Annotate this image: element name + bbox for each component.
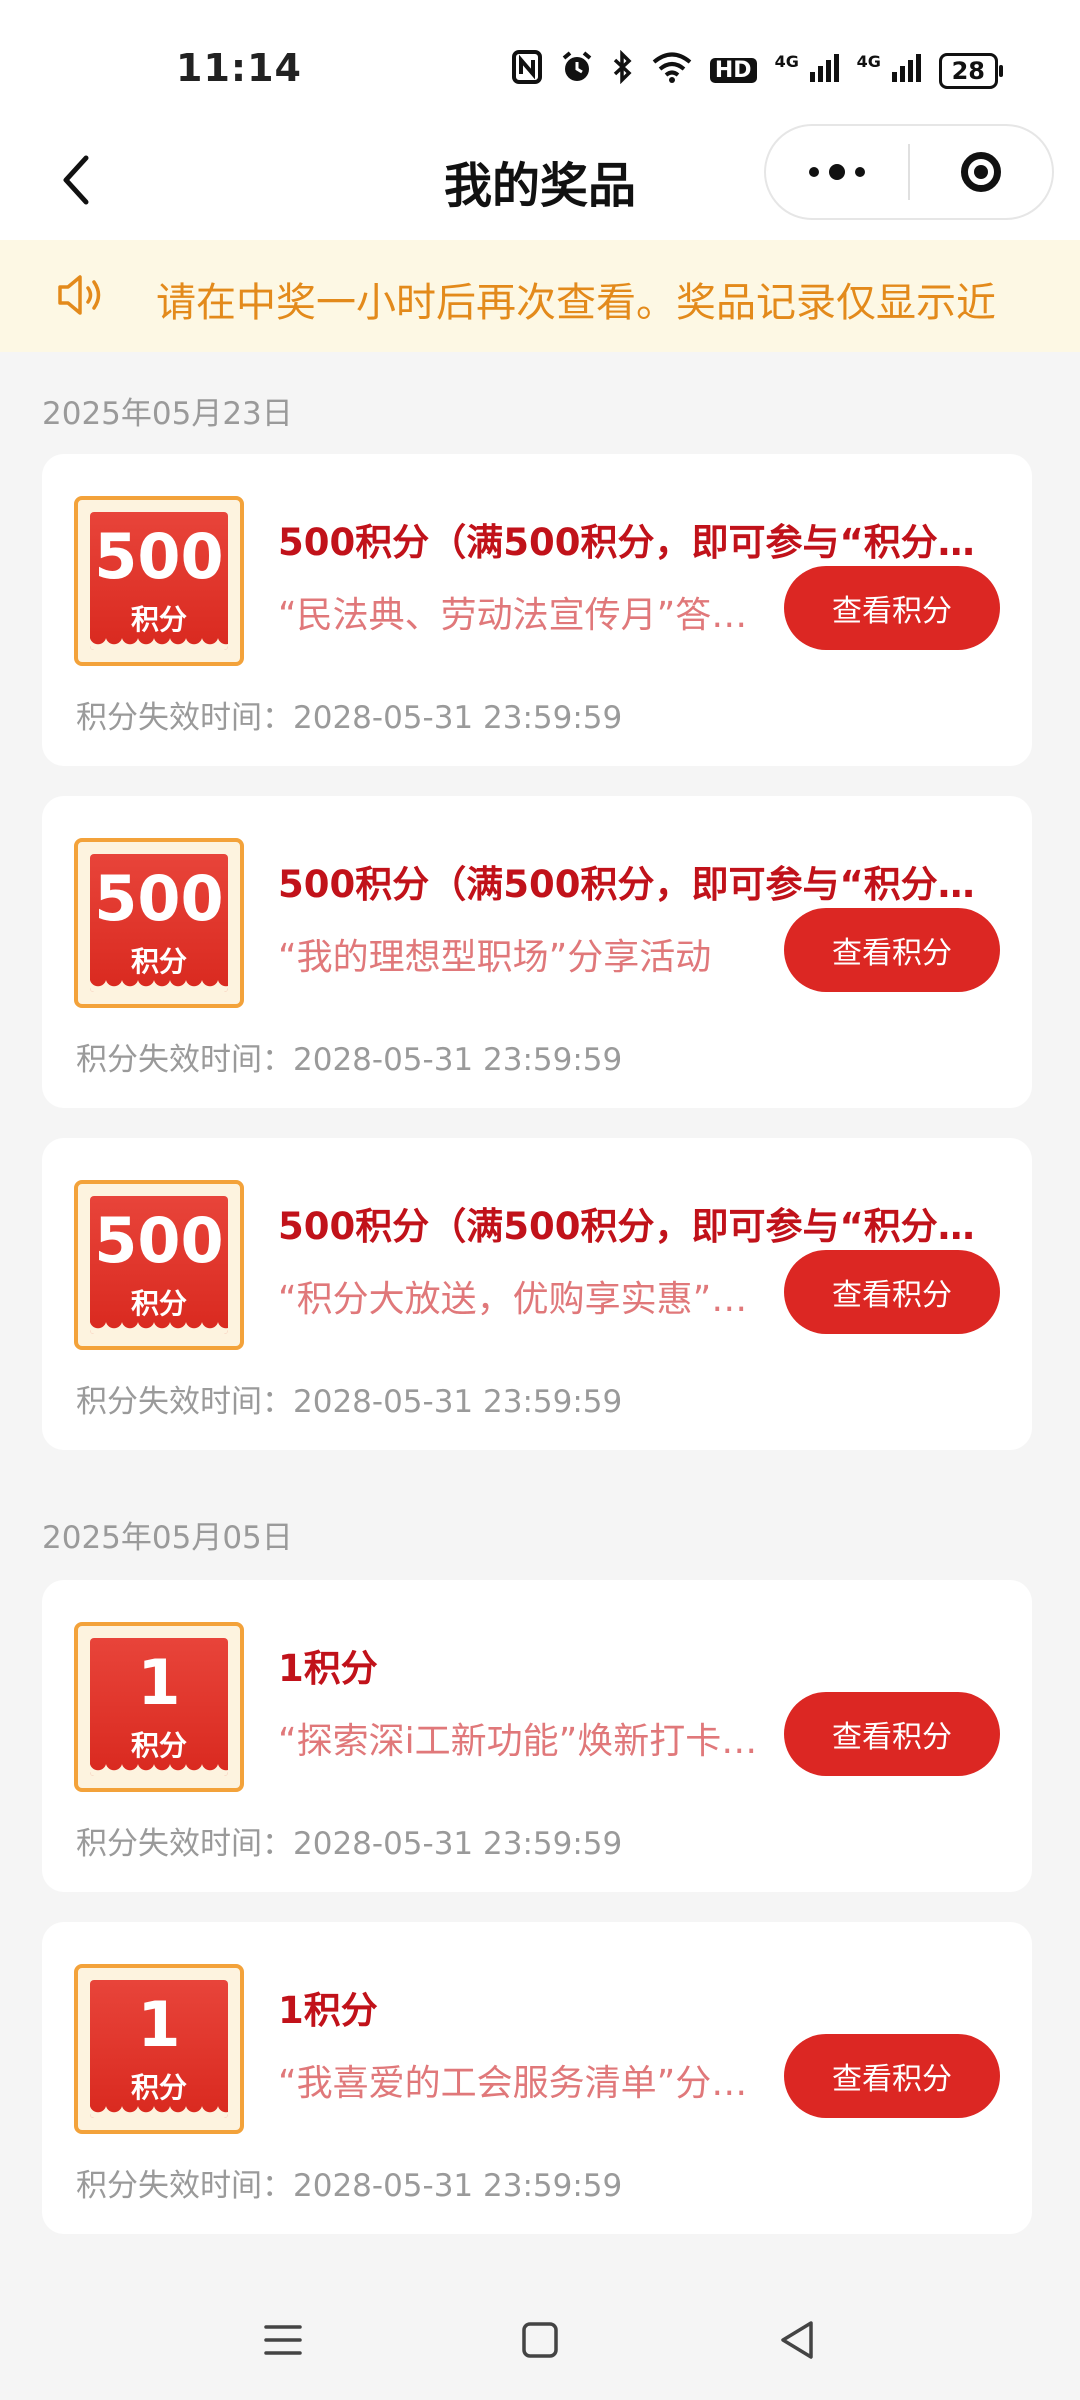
prize-description: “我的理想型职场”分享活动	[278, 937, 712, 978]
prize-card: 1 积分 1积分 “探索深i工新功能”焕新打卡… 查看积分 积分失效时间：202…	[42, 1580, 1032, 1892]
4g-signal-icon: 4G	[775, 52, 839, 89]
badge-value: 1	[137, 1988, 181, 2061]
close-miniprogram-button[interactable]	[910, 152, 1052, 192]
more-button[interactable]	[766, 126, 908, 218]
badge-value: 1	[137, 1646, 181, 1719]
badge-unit: 积分	[130, 2071, 187, 2104]
target-icon	[961, 152, 1001, 192]
prize-title: 500积分（满500积分，即可参与“积分…	[278, 863, 975, 906]
expiry-time: 积分失效时间：2028-05-31 23:59:59	[76, 2168, 623, 2204]
expiry-time: 积分失效时间：2028-05-31 23:59:59	[76, 1384, 623, 1420]
nav-bar: 我的奖品	[0, 120, 1080, 240]
expiry-time: 积分失效时间：2028-05-31 23:59:59	[76, 700, 623, 736]
notice-bar: 请在中奖一小时后再次查看。奖品记录仅显示近	[0, 240, 1080, 352]
view-points-button[interactable]: 查看积分	[784, 1692, 1000, 1776]
back-triangle-icon	[781, 2321, 813, 2359]
more-dots-icon	[855, 167, 865, 177]
points-badge: 500 积分	[74, 496, 244, 666]
prize-description: “探索深i工新功能”焕新打卡…	[278, 1721, 758, 1762]
status-icons: HD 4G 4G 28	[511, 49, 1004, 91]
points-badge: 500 积分	[74, 1180, 244, 1350]
battery-indicator: 28	[938, 52, 1004, 89]
points-badge: 1 积分	[74, 1964, 244, 2134]
back-nav-button[interactable]	[768, 2310, 828, 2370]
prize-card: 500 积分 500积分（满500积分，即可参与“积分… “我的理想型职场”分享…	[42, 796, 1032, 1108]
expiry-time: 积分失效时间：2028-05-31 23:59:59	[76, 1042, 623, 1078]
system-nav-bar	[0, 2270, 1080, 2400]
prize-description: “积分大放送，优购享实惠”…	[278, 1279, 748, 1320]
badge-unit: 积分	[130, 945, 187, 978]
prize-title: 500积分（满500积分，即可参与“积分…	[278, 1205, 975, 1248]
date-header: 2025年05月05日	[42, 1520, 293, 1556]
badge-value: 500	[94, 862, 224, 935]
view-points-button[interactable]: 查看积分	[784, 566, 1000, 650]
speaker-icon	[58, 275, 101, 315]
status-bar: 11:14 HD 4G 4G 28	[0, 0, 1080, 120]
more-dots-icon	[809, 167, 819, 177]
view-points-button[interactable]: 查看积分	[784, 2034, 1000, 2118]
menu-button[interactable]	[253, 2310, 313, 2370]
menu-icon	[264, 2325, 302, 2355]
status-time: 11:14	[176, 46, 302, 90]
hd-icon: HD	[709, 58, 757, 83]
points-badge: 1 积分	[74, 1622, 244, 1792]
bluetooth-icon	[612, 49, 634, 91]
prize-description: “民法典、劳动法宣传月”答…	[278, 595, 748, 636]
home-button[interactable]	[510, 2310, 570, 2370]
prize-title: 1积分	[278, 1647, 378, 1690]
expiry-time: 积分失效时间：2028-05-31 23:59:59	[76, 1826, 623, 1862]
badge-value: 500	[94, 520, 224, 593]
nfc-icon	[511, 50, 542, 91]
prize-title: 500积分（满500积分，即可参与“积分…	[278, 521, 975, 564]
home-square-icon	[522, 2322, 558, 2358]
view-points-button[interactable]: 查看积分	[784, 908, 1000, 992]
badge-value: 500	[94, 1204, 224, 1277]
view-points-button[interactable]: 查看积分	[784, 1250, 1000, 1334]
points-badge: 500 积分	[74, 838, 244, 1008]
prize-description: “我喜爱的工会服务清单”分…	[278, 2063, 748, 2104]
date-header: 2025年05月23日	[42, 396, 293, 432]
more-dots-icon	[829, 164, 845, 180]
prize-card: 500 积分 500积分（满500积分，即可参与“积分… “民法典、劳动法宣传月…	[42, 454, 1032, 766]
prize-card: 500 积分 500积分（满500积分，即可参与“积分… “积分大放送，优购享实…	[42, 1138, 1032, 1450]
miniprogram-capsule	[764, 124, 1054, 220]
4g-signal-icon: 4G	[857, 52, 921, 89]
alarm-icon	[560, 50, 594, 91]
prize-card: 1 积分 1积分 “我喜爱的工会服务清单”分… 查看积分 积分失效时间：2028…	[42, 1922, 1032, 2234]
badge-unit: 积分	[130, 1287, 187, 1320]
wifi-icon	[652, 51, 692, 90]
badge-unit: 积分	[130, 1729, 187, 1762]
prize-title: 1积分	[278, 1989, 378, 2032]
notice-text: 请在中奖一小时后再次查看。奖品记录仅显示近	[156, 280, 996, 326]
badge-unit: 积分	[130, 603, 187, 636]
